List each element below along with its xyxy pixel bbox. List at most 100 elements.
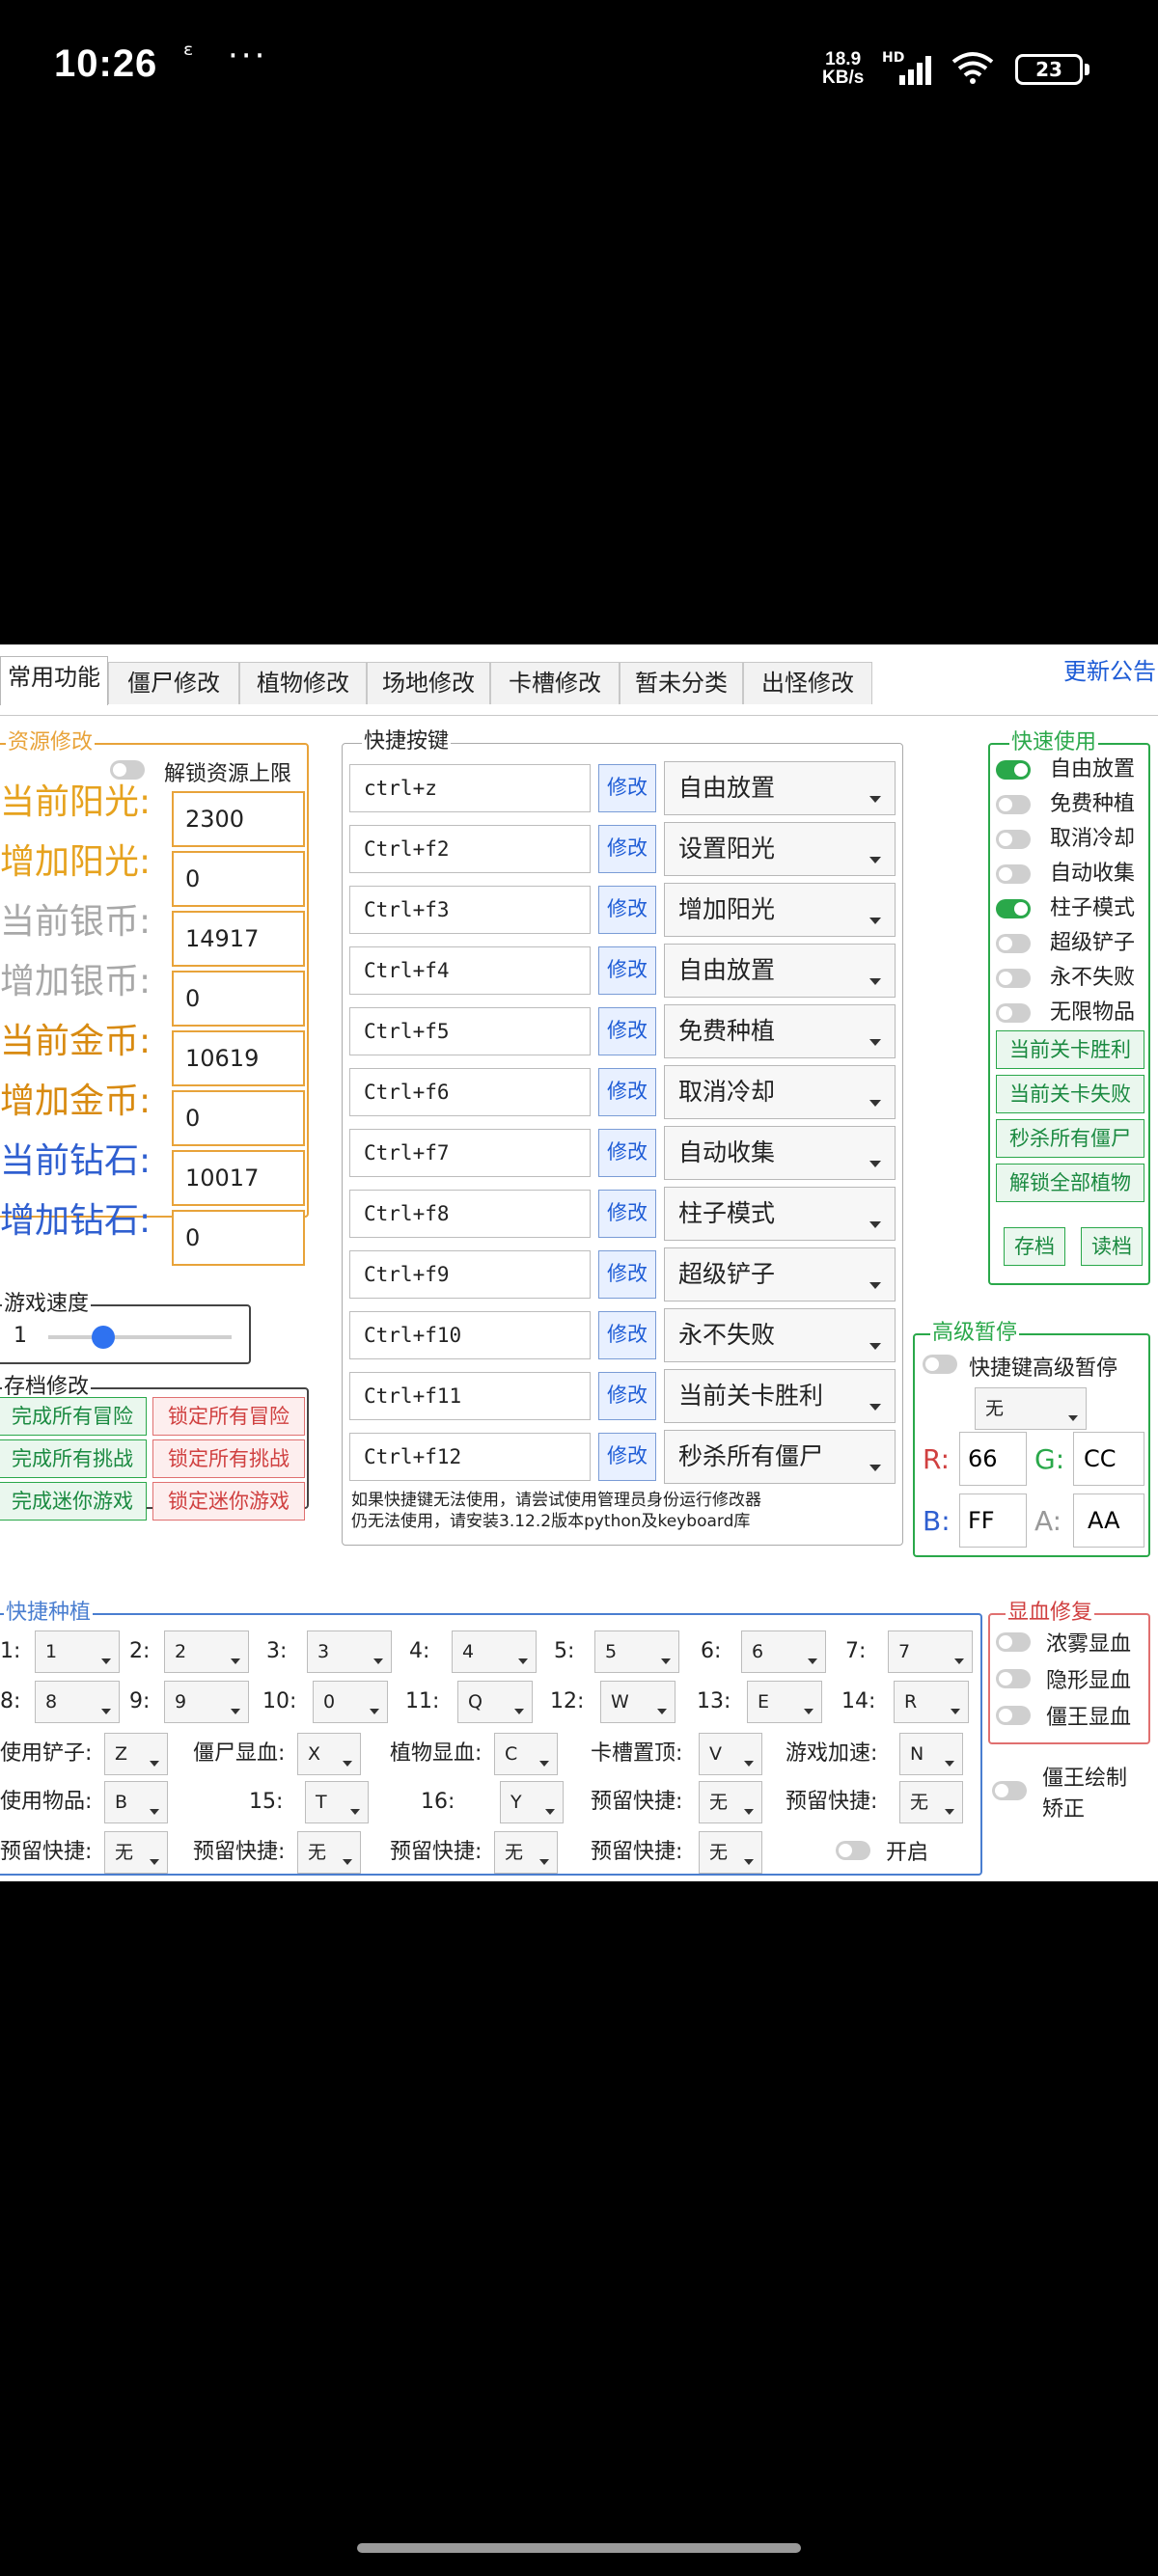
quick-plant-key-select[interactable]: 无 bbox=[494, 1831, 558, 1874]
quick-use-toggle[interactable] bbox=[996, 830, 1031, 849]
home-indicator[interactable] bbox=[357, 2543, 801, 2553]
hotkey-edit-button[interactable]: 修改 bbox=[598, 1007, 656, 1055]
current-level-fail-button[interactable]: 当前关卡失败 bbox=[996, 1075, 1144, 1113]
tab-plant[interactable]: 植物修改 bbox=[239, 662, 367, 704]
quick-use-toggle[interactable] bbox=[996, 1003, 1031, 1023]
quick-plant-key-select[interactable]: Q bbox=[457, 1681, 533, 1723]
lock-adventure-button[interactable]: 锁定所有冒险 bbox=[152, 1397, 305, 1436]
hotkey-action-select[interactable]: 秒杀所有僵尸 bbox=[664, 1430, 896, 1484]
tab-common[interactable]: 常用功能 bbox=[0, 656, 108, 705]
hotkey-key-field[interactable]: Ctrl+f4 bbox=[349, 946, 591, 995]
quick-use-toggle[interactable] bbox=[996, 934, 1031, 953]
b-value-field[interactable]: FF bbox=[959, 1494, 1027, 1548]
complete-adventure-button[interactable]: 完成所有冒险 bbox=[0, 1397, 147, 1436]
quick-plant-key-select[interactable]: Y bbox=[500, 1781, 564, 1823]
quick-use-toggle[interactable] bbox=[996, 899, 1031, 918]
complete-challenge-button[interactable]: 完成所有挑战 bbox=[0, 1439, 147, 1478]
lock-minigame-button[interactable]: 锁定迷你游戏 bbox=[152, 1482, 305, 1521]
hotkey-key-field[interactable]: Ctrl+f6 bbox=[349, 1068, 591, 1116]
hotkey-action-select[interactable]: 设置阳光 bbox=[664, 822, 896, 876]
hotkey-action-select[interactable]: 自由放置 bbox=[664, 761, 896, 815]
advanced-pause-toggle[interactable] bbox=[923, 1355, 957, 1374]
r-value-field[interactable]: 66 bbox=[959, 1432, 1027, 1486]
add-sun-field[interactable]: 0 bbox=[172, 851, 305, 907]
save-game-button[interactable]: 存档 bbox=[1004, 1227, 1065, 1266]
quick-plant-key-select[interactable]: 4 bbox=[452, 1631, 537, 1673]
current-level-win-button[interactable]: 当前关卡胜利 bbox=[996, 1030, 1144, 1069]
quick-use-toggle[interactable] bbox=[996, 864, 1031, 884]
hotkey-edit-button[interactable]: 修改 bbox=[598, 1433, 656, 1481]
quick-plant-key-select[interactable]: 0 bbox=[313, 1681, 388, 1723]
quick-plant-key-select[interactable]: N bbox=[899, 1733, 963, 1775]
quick-plant-key-select[interactable]: 9 bbox=[164, 1681, 249, 1723]
a-value-field[interactable]: AA bbox=[1073, 1494, 1144, 1548]
hotkey-action-select[interactable]: 免费种植 bbox=[664, 1004, 896, 1058]
quick-plant-key-select[interactable]: X bbox=[297, 1733, 361, 1775]
quick-use-toggle[interactable] bbox=[996, 795, 1031, 814]
hotkey-edit-button[interactable]: 修改 bbox=[598, 1190, 656, 1238]
hotkey-action-select[interactable]: 取消冷却 bbox=[664, 1065, 896, 1119]
invisible-blood-toggle[interactable] bbox=[996, 1669, 1031, 1688]
hotkey-action-select[interactable]: 永不失败 bbox=[664, 1308, 896, 1362]
quick-plant-key-select[interactable]: 6 bbox=[741, 1631, 826, 1673]
hotkey-key-field[interactable]: Ctrl+f3 bbox=[349, 886, 591, 934]
current-gold-field[interactable]: 10619 bbox=[172, 1030, 305, 1086]
quick-plant-key-select[interactable]: C bbox=[494, 1733, 558, 1775]
hotkey-edit-button[interactable]: 修改 bbox=[598, 1311, 656, 1359]
tab-field[interactable]: 场地修改 bbox=[367, 662, 490, 704]
quick-use-toggle[interactable] bbox=[996, 969, 1031, 988]
quick-plant-key-select[interactable]: 无 bbox=[699, 1831, 762, 1874]
tab-spawn[interactable]: 出怪修改 bbox=[743, 662, 872, 704]
current-sun-field[interactable]: 2300 bbox=[172, 791, 305, 847]
hotkey-action-select[interactable]: 柱子模式 bbox=[664, 1187, 896, 1241]
quick-plant-key-select[interactable]: T bbox=[305, 1781, 369, 1823]
add-silver-field[interactable]: 0 bbox=[172, 971, 305, 1027]
hotkey-edit-button[interactable]: 修改 bbox=[598, 825, 656, 873]
advanced-pause-key-select[interactable]: 无 bbox=[975, 1387, 1087, 1430]
hotkey-edit-button[interactable]: 修改 bbox=[598, 1068, 656, 1116]
hotkey-edit-button[interactable]: 修改 bbox=[598, 764, 656, 812]
hotkey-key-field[interactable]: Ctrl+f12 bbox=[349, 1433, 591, 1481]
hotkey-key-field[interactable]: Ctrl+f5 bbox=[349, 1007, 591, 1055]
quick-plant-open-toggle[interactable] bbox=[836, 1841, 870, 1860]
quick-plant-key-select[interactable]: 5 bbox=[594, 1631, 679, 1673]
hotkey-edit-button[interactable]: 修改 bbox=[598, 946, 656, 995]
add-gold-field[interactable]: 0 bbox=[172, 1090, 305, 1146]
hotkey-edit-button[interactable]: 修改 bbox=[598, 886, 656, 934]
hotkey-action-select[interactable]: 增加阳光 bbox=[664, 883, 896, 937]
hotkey-action-select[interactable]: 自由放置 bbox=[664, 944, 896, 998]
quick-plant-key-select[interactable]: E bbox=[747, 1681, 822, 1723]
hotkey-key-field[interactable]: Ctrl+f10 bbox=[349, 1311, 591, 1359]
tab-card-slot[interactable]: 卡槽修改 bbox=[490, 662, 620, 704]
quick-plant-key-select[interactable]: 2 bbox=[164, 1631, 249, 1673]
quick-plant-key-select[interactable]: 无 bbox=[699, 1781, 762, 1823]
unlock-all-plants-button[interactable]: 解锁全部植物 bbox=[996, 1164, 1144, 1202]
kill-all-zombies-button[interactable]: 秒杀所有僵尸 bbox=[996, 1119, 1144, 1158]
quick-plant-key-select[interactable]: 3 bbox=[307, 1631, 392, 1673]
lock-challenge-button[interactable]: 锁定所有挑战 bbox=[152, 1439, 305, 1478]
hotkey-edit-button[interactable]: 修改 bbox=[598, 1129, 656, 1177]
quick-plant-key-select[interactable]: 8 bbox=[35, 1681, 120, 1723]
quick-plant-key-select[interactable]: V bbox=[699, 1733, 762, 1775]
hotkey-action-select[interactable]: 自动收集 bbox=[664, 1126, 896, 1180]
quick-plant-key-select[interactable]: 无 bbox=[297, 1831, 361, 1874]
quick-plant-key-select[interactable]: R bbox=[894, 1681, 969, 1723]
fog-blood-toggle[interactable] bbox=[996, 1632, 1031, 1652]
game-speed-slider-thumb[interactable] bbox=[92, 1326, 115, 1349]
complete-minigame-button[interactable]: 完成迷你游戏 bbox=[0, 1482, 147, 1521]
hotkey-edit-button[interactable]: 修改 bbox=[598, 1372, 656, 1420]
hotkey-edit-button[interactable]: 修改 bbox=[598, 1250, 656, 1299]
hotkey-key-field[interactable]: Ctrl+f2 bbox=[349, 825, 591, 873]
current-silver-field[interactable]: 14917 bbox=[172, 911, 305, 967]
tab-unclassified[interactable]: 暂未分类 bbox=[620, 662, 743, 704]
hotkey-action-select[interactable]: 超级铲子 bbox=[664, 1247, 896, 1302]
quick-plant-key-select[interactable]: 无 bbox=[104, 1831, 168, 1874]
current-diamond-field[interactable]: 10017 bbox=[172, 1150, 305, 1206]
quick-use-toggle[interactable] bbox=[996, 760, 1031, 780]
boss-draw-fix-toggle[interactable] bbox=[992, 1781, 1027, 1800]
update-notice-link[interactable]: 更新公告 bbox=[1063, 652, 1156, 686]
hotkey-key-field[interactable]: Ctrl+f8 bbox=[349, 1190, 591, 1238]
quick-plant-key-select[interactable]: 无 bbox=[899, 1781, 963, 1823]
add-diamond-field[interactable]: 0 bbox=[172, 1210, 305, 1266]
hotkey-key-field[interactable]: Ctrl+f9 bbox=[349, 1250, 591, 1299]
